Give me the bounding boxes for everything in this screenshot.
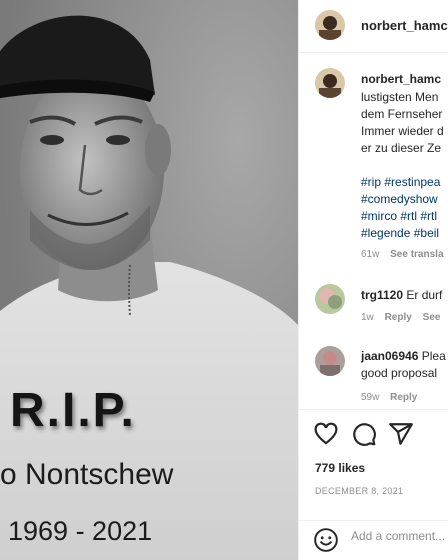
comment-username[interactable]: jaan06946 <box>361 349 418 363</box>
heart-icon[interactable] <box>313 421 339 447</box>
comment-age: 59w <box>361 392 380 403</box>
see-translation-button[interactable]: See <box>423 312 441 323</box>
comment-text: Plea <box>418 349 446 363</box>
divider <box>299 409 448 410</box>
caption-line: lustigsten Men <box>361 90 439 104</box>
hashtag-link[interactable]: #rip #restinpea <box>361 175 440 189</box>
comment-meta: 59w Reply <box>361 392 417 403</box>
post-header: norbert_hamc <box>299 0 448 53</box>
comment-text-row: jaan06946 Plea <box>361 349 446 363</box>
add-comment-input[interactable] <box>351 529 448 543</box>
comment-text-continued: good proposal <box>361 366 438 380</box>
comment-age: 1w <box>361 312 374 323</box>
rip-text: R.I.P. <box>10 384 136 437</box>
comment-avatar[interactable] <box>315 284 345 314</box>
emoji-icon[interactable] <box>313 527 339 553</box>
caption-line: er zu dieser Ze <box>361 141 442 155</box>
post-image[interactable]: R.I.P. o Nontschew 1969 - 2021 <box>0 0 298 560</box>
comment-text-row: trg1120 Er durf <box>361 288 442 302</box>
add-comment-row <box>299 521 448 560</box>
caption-username[interactable]: norbert_hamc <box>361 72 441 86</box>
hashtag-link[interactable]: #comedyshow <box>361 192 438 206</box>
caption-avatar[interactable] <box>315 68 345 98</box>
memorial-years-text: 1969 - 2021 <box>8 516 153 546</box>
header-avatar[interactable] <box>315 10 345 40</box>
post-side-panel: norbert_hamc norbert_hamc lustigsten Men… <box>298 0 448 560</box>
comment-meta: 1w Reply See <box>361 312 440 323</box>
caption-age: 61w <box>361 249 380 260</box>
share-icon[interactable] <box>388 421 414 447</box>
comment-avatar[interactable] <box>315 346 345 376</box>
header-username[interactable]: norbert_hamc <box>361 18 448 33</box>
hashtag-link[interactable]: #legende #beil <box>361 226 439 240</box>
caption-meta: 61w See transla <box>361 249 444 260</box>
memorial-name-text: o Nontschew <box>0 458 174 491</box>
caption-line: dem Fernseher <box>361 107 443 121</box>
caption-line: Immer wieder d <box>361 124 444 138</box>
reply-button[interactable]: Reply <box>390 392 417 403</box>
post-date: DECEMBER 8, 2021 <box>315 486 404 496</box>
hashtag-link[interactable]: #mirco #rtl #rtl <box>361 209 437 223</box>
comment-text: Er durf <box>403 288 443 302</box>
reply-button[interactable]: Reply <box>385 312 412 323</box>
comment-icon[interactable] <box>351 421 377 447</box>
likes-count[interactable]: 779 likes <box>315 461 365 475</box>
see-translation-button[interactable]: See transla <box>390 249 443 260</box>
comment-username[interactable]: trg1120 <box>361 288 403 302</box>
